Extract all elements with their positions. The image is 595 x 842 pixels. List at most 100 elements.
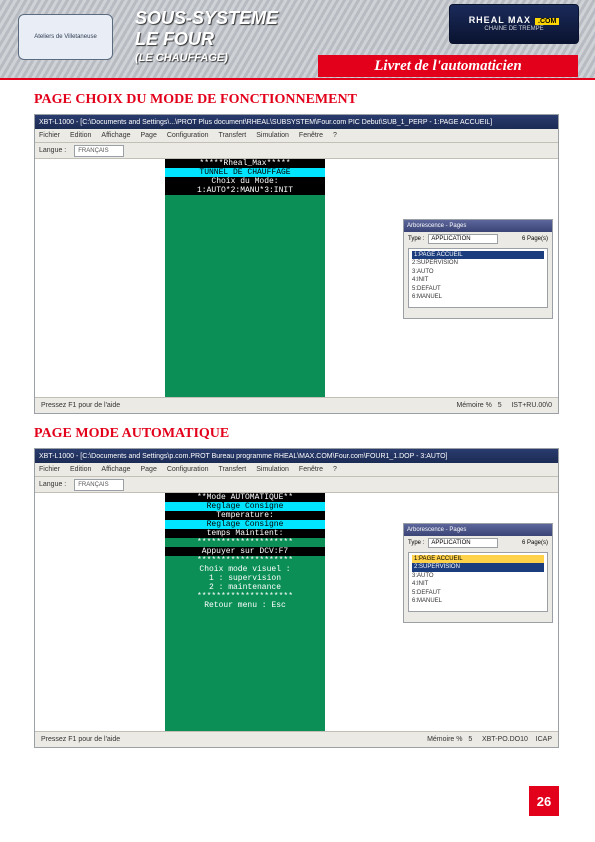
langue-label: Langue : (39, 147, 66, 154)
term-sep: ******************** (165, 592, 325, 601)
menu-item[interactable]: Fichier (39, 132, 60, 139)
term-line: Reglage Consigne (165, 502, 325, 511)
status-help: Pressez F1 pour de l'aide (41, 736, 120, 743)
list-item[interactable]: 4:INIT (412, 580, 544, 588)
status-device: XBT-PO.DO10 (482, 736, 528, 743)
page-count: 6 Page(s) (522, 236, 548, 242)
section1-title: PAGE CHOIX DU MODE DE FONCTIONNEMENT (34, 92, 595, 108)
rheal-text: RHEAL MAX (469, 15, 531, 25)
list-item[interactable]: 6:MANUEL (412, 293, 544, 301)
status-memory-label: Mémoire % (427, 736, 462, 743)
term-line: Retour menu : Esc (165, 601, 325, 610)
menu-item[interactable]: Simulation (256, 466, 289, 473)
screenshot2-menubar: Fichier Edition Affichage Page Configura… (35, 463, 558, 477)
langue-dropdown[interactable]: FRANÇAIS (74, 145, 124, 157)
menu-item[interactable]: Affichage (101, 132, 130, 139)
menu-item[interactable]: Page (140, 466, 156, 473)
status-memory-value: 5 (468, 736, 472, 743)
term-line: Temperature: (165, 511, 325, 520)
screenshot1-canvas: *****Rheal_Max***** TUNNEL DE CHAUFFAGE … (35, 159, 558, 397)
pages-list[interactable]: 1:PAGE ACCUEIL 2:SUPERVISION 3:AUTO 4:IN… (408, 248, 548, 308)
term-sep: ******************** (165, 556, 325, 565)
type-dropdown[interactable]: APPLICATION (428, 234, 498, 244)
section2-title: PAGE MODE AUTOMATIQUE (34, 426, 595, 442)
term-line: TUNNEL DE CHAUFFAGE (165, 168, 325, 177)
term-line: Reglage Consigne (165, 520, 325, 529)
menu-item[interactable]: ? (333, 132, 337, 139)
list-item[interactable]: 5:DEFAUT (412, 285, 544, 293)
menu-item[interactable]: Transfert (218, 466, 246, 473)
list-item[interactable]: 1:PAGE ACCUEIL (412, 251, 544, 259)
screenshot2-window-title: XBT-L1000 - [C:\Documents and Settings\p… (35, 449, 558, 463)
term-line: 2 : maintenance (165, 583, 325, 592)
menu-item[interactable]: Configuration (167, 466, 209, 473)
page-number-badge: 26 (529, 786, 559, 816)
screenshot1-toolbar: Langue : FRANÇAIS (35, 143, 558, 159)
menu-item[interactable]: Fenêtre (299, 466, 323, 473)
list-item[interactable]: 2:SUPERVISION (412, 259, 544, 267)
page-header: Ateliers de Villetaneuse SOUS-SYSTEME LE… (0, 0, 595, 80)
term-sep: ******************** (165, 538, 325, 547)
title-line2: LE FOUR (135, 29, 278, 50)
screenshot2-statusbar: Pressez F1 pour de l'aide Mémoire % 5 XB… (35, 731, 558, 747)
list-item[interactable]: 5:DEFAUT (412, 589, 544, 597)
menu-item[interactable]: Fenêtre (299, 132, 323, 139)
status-memory-value: 5 (498, 402, 502, 409)
header-title-stack: SOUS-SYSTEME LE FOUR (LE CHAUFFAGE) (135, 8, 278, 64)
status-mode: ICAP (536, 736, 552, 743)
menu-item[interactable]: Page (140, 132, 156, 139)
term-line: Choix du Mode: (165, 177, 325, 186)
term-line: **Mode AUTOMATIQUE** (165, 493, 325, 502)
langue-dropdown[interactable]: FRANÇAIS (74, 479, 124, 491)
status-help: Pressez F1 pour de l'aide (41, 402, 120, 409)
menu-item[interactable]: Edition (70, 132, 91, 139)
livret-strip: Livret de l'automaticien (318, 55, 578, 77)
menu-item[interactable]: Edition (70, 466, 91, 473)
term-line: temps Maintient: (165, 529, 325, 538)
rheal-com: .COM (535, 18, 559, 25)
menu-item[interactable]: Configuration (167, 132, 209, 139)
menu-item[interactable]: Fichier (39, 466, 60, 473)
panel-header: Arborescence - Pages (404, 524, 552, 536)
menu-item[interactable]: ? (333, 466, 337, 473)
screenshot2-toolbar: Langue : FRANÇAIS (35, 477, 558, 493)
screenshot-2: XBT-L1000 - [C:\Documents and Settings\p… (34, 448, 559, 748)
list-item[interactable]: 6:MANUEL (412, 597, 544, 605)
pages-list[interactable]: 1:PAGE ACCUEIL 2:SUPERVISION 3:AUTO 4:IN… (408, 552, 548, 612)
terminal-display-2: **Mode AUTOMATIQUE** Reglage Consigne Te… (165, 493, 325, 731)
panel-header: Arborescence - Pages (404, 220, 552, 232)
term-line: Appuyer sur DCV:F7 (165, 547, 325, 556)
list-item[interactable]: 4:INIT (412, 276, 544, 284)
term-line: 1 : supervision (165, 574, 325, 583)
page-count: 6 Page(s) (522, 540, 548, 546)
rheal-subtitle: CHAINE DE TREMPE (484, 26, 543, 33)
title-line1: SOUS-SYSTEME (135, 8, 278, 29)
status-memory-label: Mémoire % (456, 402, 491, 409)
list-item[interactable]: 1:PAGE ACCUEIL (412, 555, 544, 563)
screenshot1-menubar: Fichier Edition Affichage Page Configura… (35, 129, 558, 143)
type-dropdown[interactable]: APPLICATION (428, 538, 498, 548)
list-item[interactable]: 3:AUTO (412, 268, 544, 276)
list-item[interactable]: 2:SUPERVISION (412, 563, 544, 571)
menu-item[interactable]: Transfert (218, 132, 246, 139)
screenshot2-canvas: **Mode AUTOMATIQUE** Reglage Consigne Te… (35, 493, 558, 731)
logo-ateliers: Ateliers de Villetaneuse (18, 14, 113, 60)
type-label: Type : (408, 540, 424, 546)
terminal-display-1: *****Rheal_Max***** TUNNEL DE CHAUFFAGE … (165, 159, 325, 397)
pages-tree-panel-1: Arborescence - Pages Type : APPLICATION … (403, 219, 553, 319)
term-line: Choix mode visuel : (165, 565, 325, 574)
rheal-max-badge: RHEAL MAX .COM CHAINE DE TREMPE (449, 4, 579, 44)
title-line3: (LE CHAUFFAGE) (135, 52, 278, 64)
term-line: 1:AUTO*2:MANU*3:INIT (165, 186, 325, 195)
term-line: *****Rheal_Max***** (165, 159, 325, 168)
menu-item[interactable]: Affichage (101, 466, 130, 473)
screenshot-1: XBT-L1000 - [C:\Documents and Settings\.… (34, 114, 559, 414)
pages-tree-panel-2: Arborescence - Pages Type : APPLICATION … (403, 523, 553, 623)
menu-item[interactable]: Simulation (256, 132, 289, 139)
screenshot1-statusbar: Pressez F1 pour de l'aide Mémoire % 5 IS… (35, 397, 558, 413)
type-label: Type : (408, 236, 424, 242)
screenshot1-window-title: XBT-L1000 - [C:\Documents and Settings\.… (35, 115, 558, 129)
status-device: IST+RU.00\0 (511, 402, 552, 409)
list-item[interactable]: 3:AUTO (412, 572, 544, 580)
langue-label: Langue : (39, 481, 66, 488)
